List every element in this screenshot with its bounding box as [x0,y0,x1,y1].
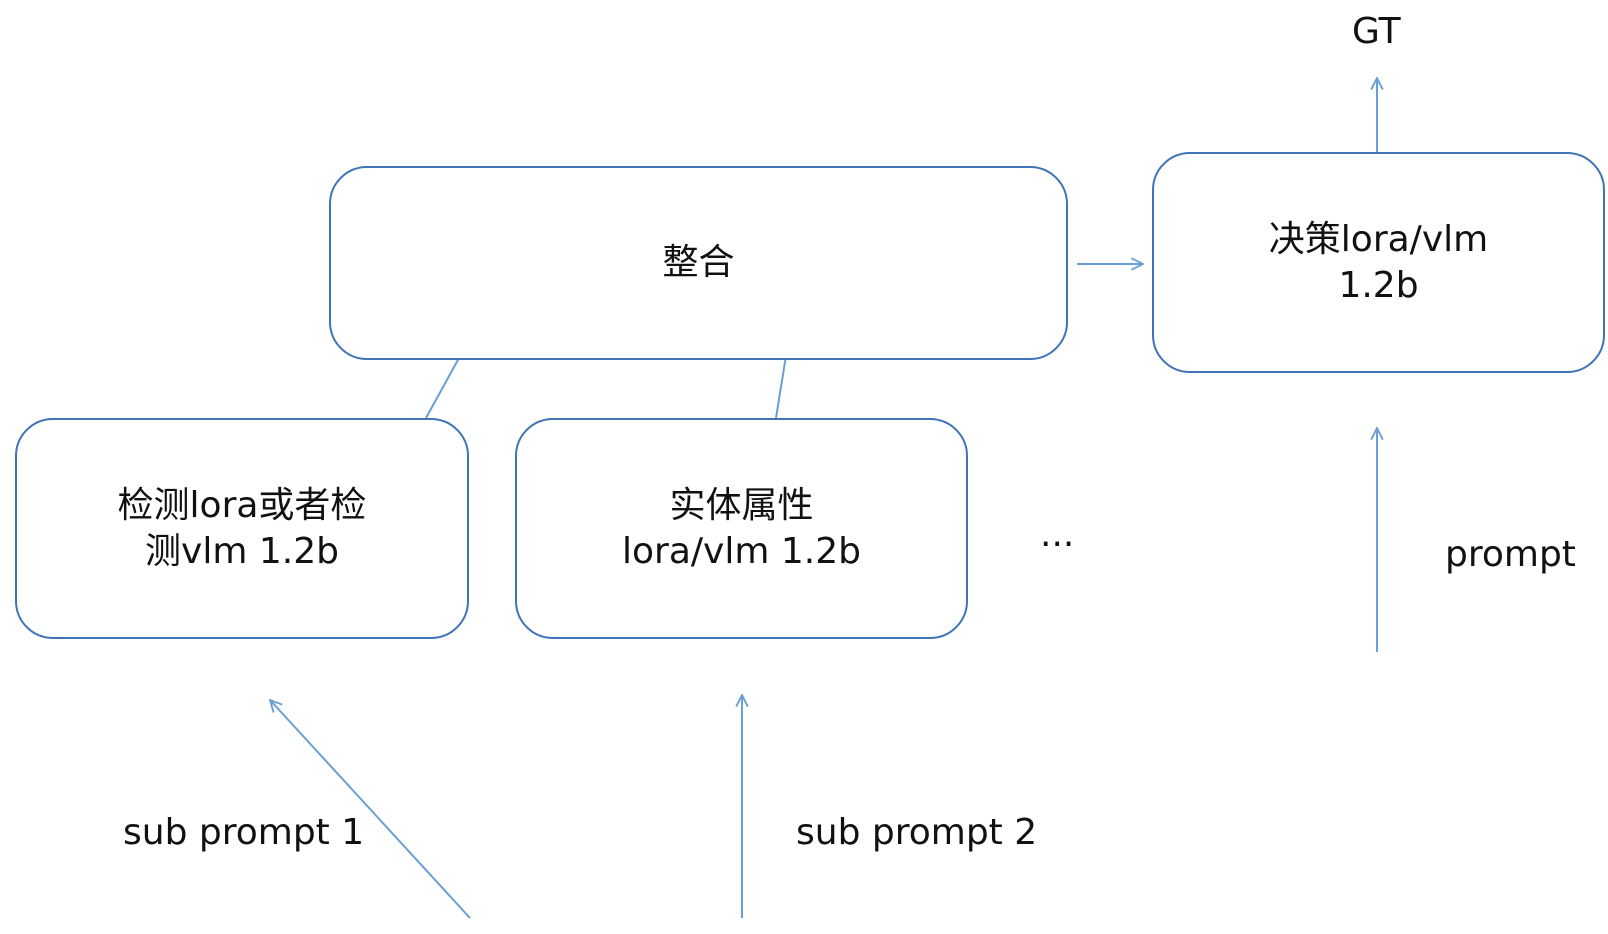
node-entity-line-1: 实体属性 [669,484,814,526]
node-decision-line-2: 1.2b [1338,264,1419,306]
node-detect: 检测lora或者检 测vlm 1.2b [15,418,469,639]
node-decision-line-1: 决策lora/vlm [1268,218,1489,260]
node-entity: 实体属性 lora/vlm 1.2b [515,418,968,639]
label-sub-prompt-1: sub prompt 1 [123,812,365,853]
label-prompt: prompt [1445,534,1576,575]
node-integrate-line-1: 整合 [662,242,735,283]
label-ellipsis: ... [1040,514,1075,555]
label-gt: GT [1352,11,1401,52]
node-detect-line-1: 检测lora或者检 [117,484,367,526]
node-detect-line-2: 测vlm 1.2b [145,530,339,572]
label-sub-prompt-2: sub prompt 2 [796,812,1038,853]
node-decision: 决策lora/vlm 1.2b [1152,152,1605,373]
node-integrate: 整合 [329,166,1068,360]
edge-sub-prompt-1-to-detect [270,700,471,919]
node-entity-line-2: lora/vlm 1.2b [622,530,861,572]
